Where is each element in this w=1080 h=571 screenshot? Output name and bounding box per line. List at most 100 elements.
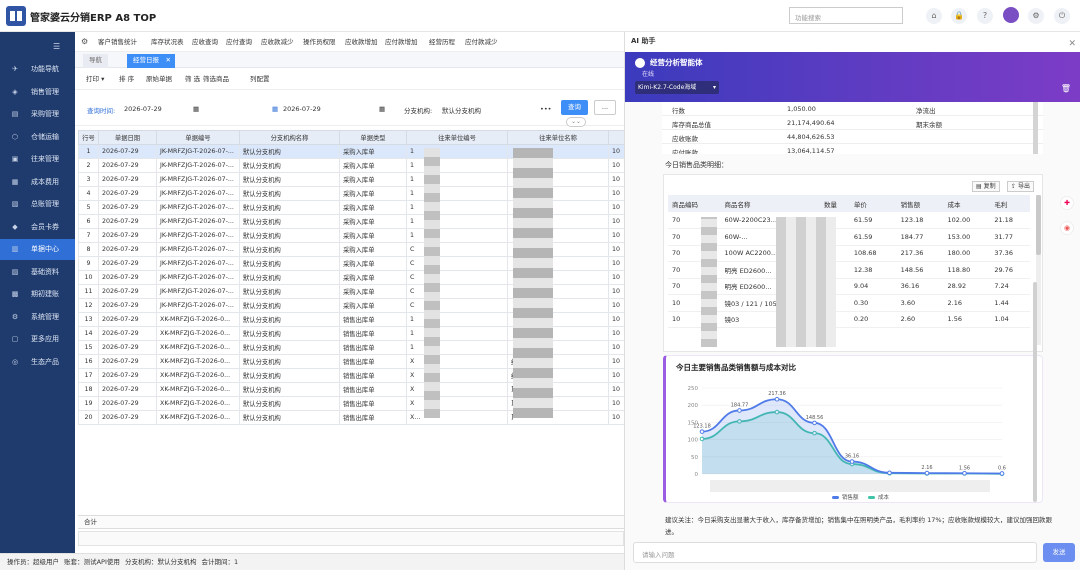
query-button[interactable]: 查询 xyxy=(561,100,588,115)
function-search-input[interactable]: 功能搜索 xyxy=(789,7,903,24)
sidebar-item[interactable]: ▦ 成本费用 xyxy=(0,172,75,193)
table-cell: 采购入库单 xyxy=(339,242,407,257)
sidebar-item[interactable]: ▩ 期初建账 xyxy=(0,284,75,305)
y-tick-label: 200 xyxy=(688,403,699,409)
column-header[interactable]: 单据类型 xyxy=(339,130,407,145)
table-cell: 1 xyxy=(406,228,508,243)
sidebar-item-label: 总账管理 xyxy=(31,200,59,208)
summary-label: 应付账款 xyxy=(672,149,698,154)
avatar[interactable] xyxy=(1003,7,1019,23)
column-header[interactable]: 往来单位名称 xyxy=(507,130,609,145)
summary-divider xyxy=(662,115,1043,116)
help-icon[interactable]: ? xyxy=(977,8,993,24)
table-cell: 1 xyxy=(406,312,508,327)
sidebar-item[interactable]: ⚙ 系统管理 xyxy=(0,307,75,328)
copy-button-label: 复制 xyxy=(983,183,996,190)
sidebar-item[interactable]: ▥ 单据中心 xyxy=(0,239,75,260)
detail-cell: 108.68 xyxy=(849,245,897,262)
summary-scrollbar[interactable] xyxy=(1033,102,1038,154)
calendar-icon[interactable]: ▦ xyxy=(193,105,199,113)
quick-tool-link[interactable]: 应收款减少 xyxy=(261,32,294,52)
sidebar-item[interactable]: ▧ 总账管理 xyxy=(0,194,75,215)
column-header[interactable]: 单据日期 xyxy=(98,130,157,145)
detail-card: ▤ 复制 ⇪ 导出 商品编码 商品名称 数量 单价 销售额 成本 毛利 70 60W-2200… xyxy=(663,174,1043,352)
quick-tool-link[interactable]: 应付款增加 xyxy=(385,32,418,52)
table-cell: 9 xyxy=(78,256,99,271)
calendar-to-icon[interactable]: ▦ xyxy=(379,105,385,113)
detail-cell: 29.76 xyxy=(990,261,1030,279)
more-button[interactable]: ... xyxy=(594,100,616,115)
sidebar-item[interactable]: ✈ 功能导航 xyxy=(0,59,75,80)
quick-tool-link[interactable]: 应付查询 xyxy=(226,32,252,52)
toolbar-button[interactable]: 筛选商品 xyxy=(203,68,229,90)
collapse-chevron-icon[interactable]: ⌄⌄ xyxy=(566,117,586,127)
org-more-button[interactable]: ••• xyxy=(540,105,552,113)
lock-icon[interactable]: 🔒 xyxy=(951,8,967,24)
quick-tool-link[interactable]: 经营历程 xyxy=(429,32,455,52)
sidebar-item[interactable]: ⬡ 仓储运输 xyxy=(0,127,75,148)
quick-tool-link[interactable]: 客户销售统计 xyxy=(98,32,137,52)
detail-cell: 28.92 xyxy=(943,278,991,295)
table-cell: 10 xyxy=(608,340,625,355)
close-icon[interactable]: ✕ xyxy=(1068,35,1076,53)
sidebar-item[interactable]: ▤ 采购管理 xyxy=(0,104,75,125)
toolbar-button[interactable]: 原始单据 xyxy=(146,68,172,90)
menu-toggle-icon[interactable]: ☰ xyxy=(53,42,60,51)
model-select[interactable]: Kimi-K2.7-Code海域 ▾ xyxy=(635,81,719,94)
trash-icon[interactable]: 🗑 xyxy=(1061,84,1071,93)
tab-nav[interactable]: 导航 xyxy=(83,54,108,68)
table-cell: 销售出库单 xyxy=(339,368,407,383)
column-header[interactable]: 行号 xyxy=(78,130,99,145)
question-input[interactable]: 请输入问题 xyxy=(633,542,1037,563)
sidebar-item[interactable]: ▣ 往来管理 xyxy=(0,149,75,170)
summary-value: 13,064,114.57 xyxy=(787,147,835,154)
export-button[interactable]: ⇪ 导出 xyxy=(1007,181,1034,192)
tab-daily-report[interactable]: 经营日报 ✕ xyxy=(127,54,175,68)
column-header[interactable]: 往来单位编号 xyxy=(406,130,508,145)
table-cell: 2026-07-29 xyxy=(98,144,157,159)
horizontal-scrollbar[interactable] xyxy=(78,531,624,546)
table-cell: 2026-07-29 xyxy=(98,186,157,201)
home-icon[interactable]: ⌂ xyxy=(926,8,942,24)
table-cell: 10 xyxy=(608,172,625,187)
quick-tool-link[interactable]: 库存状况表 xyxy=(151,32,184,52)
table-cell: 默认分支机构 xyxy=(239,410,340,425)
settings-icon[interactable]: ⚙ xyxy=(1028,8,1044,24)
close-tab-icon[interactable]: ✕ xyxy=(166,54,171,67)
pixelated-region xyxy=(776,217,836,347)
quick-tool-link[interactable]: 应付款减少 xyxy=(465,32,498,52)
column-header[interactable] xyxy=(608,130,625,145)
toolbar-button[interactable]: 打印 ▾ xyxy=(86,68,104,90)
column-header[interactable]: 分支机构名称 xyxy=(239,130,340,145)
data-point xyxy=(699,429,705,434)
sidebar-item[interactable]: ◆ 会员卡券 xyxy=(0,217,75,238)
quick-tools-gear-icon[interactable]: ⚙ xyxy=(81,32,88,52)
sidebar-item-icon: ▦ xyxy=(11,177,19,186)
float-action-icon[interactable]: ✚ xyxy=(1060,196,1074,210)
float-assistant-icon[interactable]: ◉ xyxy=(1060,221,1074,235)
sidebar-item[interactable]: ▨ 基础资料 xyxy=(0,262,75,283)
tabs-row: 导航 经营日报 ✕ xyxy=(75,52,624,68)
detail-scroll-thumb[interactable] xyxy=(1036,195,1041,255)
date-from-field[interactable]: 2026-07-29 xyxy=(124,105,162,113)
panel-scrollbar[interactable] xyxy=(1033,282,1037,502)
toolbar-button[interactable]: 列配置 xyxy=(250,68,270,90)
sidebar-item[interactable]: ◎ 生态产品 xyxy=(0,352,75,373)
copy-button[interactable]: ▤ 复制 xyxy=(972,181,1000,192)
app-logo-icon xyxy=(6,6,26,26)
data-label: 1.56 xyxy=(959,465,970,471)
sidebar-item[interactable]: ▢ 更多应用 xyxy=(0,329,75,350)
send-button[interactable]: 发送 xyxy=(1043,543,1075,562)
toolbar-button[interactable]: 排 序 xyxy=(119,68,134,90)
quick-tool-link[interactable]: 操作员权限 xyxy=(303,32,336,52)
toolbar-button[interactable]: 筛 选 xyxy=(185,68,200,90)
calendar-from-icon[interactable]: ▦ xyxy=(272,105,278,113)
detail-cell: 217.36 xyxy=(896,245,944,262)
column-header[interactable]: 单据编号 xyxy=(156,130,240,145)
sidebar-item[interactable]: ◈ 销售管理 xyxy=(0,82,75,103)
power-icon[interactable]: ⏻ xyxy=(1054,8,1070,24)
quick-tool-link[interactable]: 应收款增加 xyxy=(345,32,378,52)
org-field[interactable]: 默认分支机构 xyxy=(442,105,481,115)
date-to-field[interactable]: 2026-07-29 xyxy=(283,105,321,113)
quick-tool-link[interactable]: 应收查询 xyxy=(192,32,218,52)
